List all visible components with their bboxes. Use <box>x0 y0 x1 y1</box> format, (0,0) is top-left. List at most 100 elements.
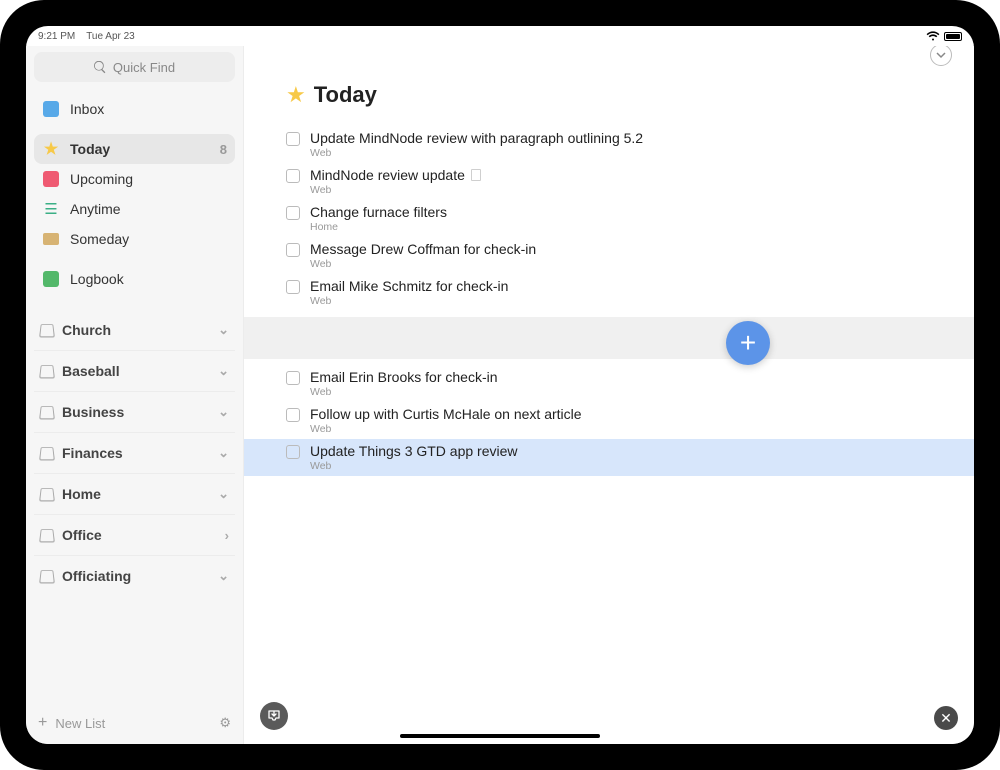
drawer-icon <box>42 230 60 248</box>
area-item-business[interactable]: Business ⌄ <box>34 391 235 432</box>
task-checkbox[interactable] <box>286 132 300 146</box>
area-icon <box>39 488 55 501</box>
chevron-down-icon: ⌄ <box>218 568 229 584</box>
area-label: Officiating <box>62 568 131 584</box>
logbook-icon <box>42 270 60 288</box>
area-icon <box>39 529 55 542</box>
sidebar-item-logbook[interactable]: Logbook <box>34 264 235 294</box>
chevron-down-icon: ⌄ <box>218 322 229 338</box>
status-bar: 9:21 PM Tue Apr 23 <box>26 26 974 46</box>
sidebar-item-label: Today <box>70 141 110 157</box>
area-item-baseball[interactable]: Baseball ⌄ <box>34 350 235 391</box>
area-label: Baseball <box>62 363 120 379</box>
inbox-quick-button[interactable] <box>260 702 288 730</box>
sidebar-item-anytime[interactable]: ☰ Anytime <box>34 194 235 224</box>
quick-find-input[interactable]: Quick Find <box>34 52 235 82</box>
task-checkbox[interactable] <box>286 371 300 385</box>
task-row[interactable]: Change furnace filters Home <box>244 200 974 237</box>
screen: 9:21 PM Tue Apr 23 Quick Find <box>26 26 974 744</box>
today-count-badge: 8 <box>220 142 227 157</box>
task-checkbox[interactable] <box>286 408 300 422</box>
status-date: Tue Apr 23 <box>86 31 135 42</box>
area-icon <box>39 324 55 337</box>
area-icon <box>39 570 55 583</box>
area-item-finances[interactable]: Finances ⌄ <box>34 432 235 473</box>
calendar-icon <box>42 170 60 188</box>
page-title: Today <box>314 82 377 108</box>
task-title: Change furnace filters <box>310 204 447 220</box>
battery-icon <box>944 32 962 41</box>
inbox-icon <box>42 100 60 118</box>
area-icon <box>39 406 55 419</box>
sidebar-item-today[interactable]: ★ Today 8 <box>34 134 235 164</box>
sidebar: Quick Find Inbox ★ Today 8 <box>26 46 244 744</box>
sidebar-item-label: Logbook <box>70 271 124 287</box>
add-task-fab[interactable]: + <box>726 321 770 365</box>
search-icon <box>94 61 107 74</box>
star-icon: ★ <box>286 82 306 108</box>
note-icon <box>471 169 481 181</box>
wifi-icon <box>926 31 940 41</box>
status-time: 9:21 PM <box>38 31 75 42</box>
chevron-right-icon: › <box>225 528 229 543</box>
task-row[interactable]: Message Drew Coffman for check-in Web <box>244 237 974 274</box>
main-panel: ★ Today Update MindNode review with para… <box>244 46 974 744</box>
stack-icon: ☰ <box>42 200 60 218</box>
sidebar-item-upcoming[interactable]: Upcoming <box>34 164 235 194</box>
task-tag: Web <box>310 460 518 472</box>
area-item-home[interactable]: Home ⌄ <box>34 473 235 514</box>
area-icon <box>39 447 55 460</box>
sidebar-item-someday[interactable]: Someday <box>34 224 235 254</box>
task-list: Update MindNode review with paragraph ou… <box>244 126 974 476</box>
area-item-church[interactable]: Church ⌄ <box>34 310 235 350</box>
task-tag: Web <box>310 258 536 270</box>
close-button[interactable]: ✕ <box>934 706 958 730</box>
task-title: Email Erin Brooks for check-in <box>310 369 498 385</box>
task-row[interactable]: Email Erin Brooks for check-in Web <box>244 365 974 402</box>
app-content: Quick Find Inbox ★ Today 8 <box>26 46 974 744</box>
task-checkbox[interactable] <box>286 206 300 220</box>
gear-icon[interactable]: ⚙ <box>219 715 231 731</box>
quick-find-placeholder: Quick Find <box>113 60 175 75</box>
page-header: ★ Today <box>244 82 974 108</box>
chevron-down-icon <box>936 50 946 60</box>
task-checkbox[interactable] <box>286 445 300 459</box>
drop-target-row[interactable] <box>244 317 974 359</box>
status-left: 9:21 PM Tue Apr 23 <box>38 31 135 42</box>
collapse-button[interactable] <box>930 46 952 66</box>
task-checkbox[interactable] <box>286 243 300 257</box>
chevron-down-icon: ⌄ <box>218 486 229 502</box>
task-title: Update MindNode review with paragraph ou… <box>310 130 643 146</box>
task-row[interactable]: Follow up with Curtis McHale on next art… <box>244 402 974 439</box>
task-tag: Web <box>310 386 498 398</box>
chevron-down-icon: ⌄ <box>218 363 229 379</box>
area-item-office[interactable]: Office › <box>34 514 235 555</box>
area-item-officiating[interactable]: Officiating ⌄ <box>34 555 235 596</box>
task-tag: Web <box>310 295 508 307</box>
task-row[interactable]: MindNode review update Web <box>244 163 974 200</box>
task-title: Email Mike Schmitz for check-in <box>310 278 508 294</box>
area-label: Home <box>62 486 101 502</box>
task-title: Message Drew Coffman for check-in <box>310 241 536 257</box>
area-label: Business <box>62 404 124 420</box>
new-list-button[interactable]: New List <box>55 716 105 731</box>
home-indicator[interactable] <box>400 734 600 738</box>
area-icon <box>39 365 55 378</box>
ipad-frame: 9:21 PM Tue Apr 23 Quick Find <box>0 0 1000 770</box>
task-checkbox[interactable] <box>286 169 300 183</box>
task-row[interactable]: Update MindNode review with paragraph ou… <box>244 126 974 163</box>
task-row[interactable]: Email Mike Schmitz for check-in Web <box>244 274 974 311</box>
sidebar-item-label: Anytime <box>70 201 121 217</box>
sidebar-item-label: Inbox <box>70 101 104 117</box>
task-row-selected[interactable]: Update Things 3 GTD app review Web <box>244 439 974 476</box>
star-icon: ★ <box>42 140 60 158</box>
sidebar-item-inbox[interactable]: Inbox <box>34 94 235 124</box>
task-title: Update Things 3 GTD app review <box>310 443 518 459</box>
sidebar-item-label: Someday <box>70 231 129 247</box>
plus-icon: + <box>38 714 47 732</box>
task-tag: Web <box>310 147 643 159</box>
task-title: MindNode review update <box>310 167 465 183</box>
sidebar-footer: + New List ⚙ <box>34 708 235 738</box>
task-title: Follow up with Curtis McHale on next art… <box>310 406 582 422</box>
task-checkbox[interactable] <box>286 280 300 294</box>
